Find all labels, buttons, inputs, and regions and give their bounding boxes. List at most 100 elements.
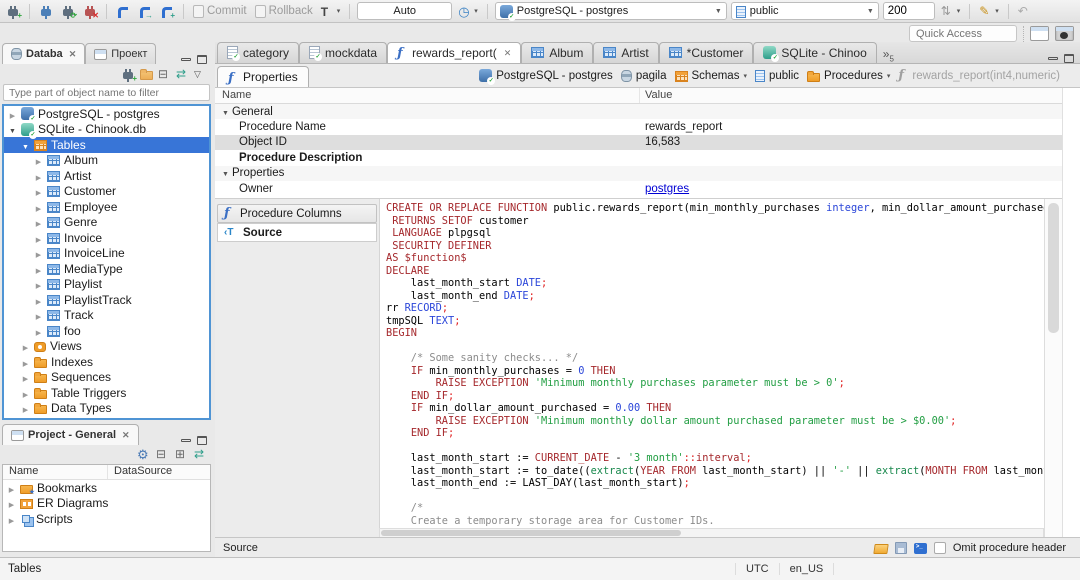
column-header-name[interactable]: Name	[215, 88, 640, 103]
collapsed-arrow-icon[interactable]	[21, 370, 30, 384]
collapsed-arrow-icon[interactable]	[21, 355, 30, 369]
collapsed-arrow-icon[interactable]	[21, 401, 30, 415]
column-header-value[interactable]: Value	[640, 88, 672, 103]
chevron-down-icon[interactable]: ▾	[743, 72, 747, 80]
project-item-bookmarks[interactable]: Bookmarks	[3, 480, 210, 496]
collapse-arrow-icon[interactable]: ▼	[222, 110, 229, 117]
expanded-arrow-icon[interactable]	[8, 122, 17, 136]
tree-item-playlisttrack[interactable]: PlaylistTrack	[4, 292, 209, 308]
link-with-editor-icon[interactable]	[194, 448, 207, 461]
column-header-datasource[interactable]: DataSource	[108, 465, 172, 479]
property-row-owner[interactable]: Owner postgres	[215, 181, 1062, 196]
tree-item-data-types[interactable]: Data Types	[4, 401, 209, 417]
collapsed-arrow-icon[interactable]	[8, 107, 17, 121]
new-connection-button[interactable]: +	[4, 2, 22, 21]
breadcrumb-item-public[interactable]: public	[754, 69, 799, 82]
property-row-general[interactable]: ▼ General	[215, 104, 1062, 120]
timezone-indicator[interactable]: UTC	[735, 563, 780, 575]
tree-item-views[interactable]: Views	[4, 339, 209, 355]
collapsed-arrow-icon[interactable]	[34, 308, 43, 322]
maximize-icon[interactable]	[197, 436, 207, 445]
tab-project-navigator[interactable]: Проект	[85, 43, 157, 64]
collapsed-arrow-icon[interactable]	[21, 386, 30, 400]
collapsed-arrow-icon[interactable]	[21, 339, 30, 353]
object-filter-input[interactable]	[3, 84, 210, 101]
tree-item-invoiceline[interactable]: InvoiceLine	[4, 246, 209, 262]
new-sql-editor-button[interactable]: +	[158, 2, 176, 21]
property-row-properties[interactable]: ▼ Properties	[215, 165, 1062, 181]
collapse-all-icon[interactable]	[158, 68, 171, 81]
collapsed-arrow-icon[interactable]	[34, 169, 43, 183]
tree-item-table-triggers[interactable]: Table Triggers	[4, 385, 209, 401]
view-menu-icon[interactable]	[194, 68, 207, 81]
breadcrumb-item-procedures[interactable]: Procedures ▾	[807, 70, 890, 82]
collapsed-arrow-icon[interactable]	[7, 481, 16, 495]
vertical-scrollbar[interactable]	[1044, 199, 1062, 538]
editor-tab-sqlite-chinoo[interactable]: SQLite - Chinoo	[753, 42, 877, 63]
editor-tab-artist[interactable]: Artist	[593, 42, 659, 63]
editor-tab-mockdata[interactable]: mockdata	[299, 42, 388, 63]
tab-database-navigator[interactable]: Databa ✕	[2, 43, 86, 64]
open-perspective-button[interactable]	[1030, 26, 1049, 41]
property-row-procedure-name[interactable]: Procedure Name rewards_report	[215, 119, 1062, 134]
tree-item-sequences[interactable]: Sequences	[4, 370, 209, 386]
tree-item-invoice[interactable]: Invoice	[4, 230, 209, 246]
tree-item-genre[interactable]: Genre	[4, 215, 209, 231]
collapsed-arrow-icon[interactable]	[34, 184, 43, 198]
close-icon[interactable]: ✕	[122, 430, 130, 441]
save-to-file-icon[interactable]	[894, 541, 907, 554]
column-header-name[interactable]: Name	[3, 465, 108, 479]
breadcrumb-item-pagila[interactable]: pagila	[620, 69, 667, 82]
omit-procedure-header-checkbox[interactable]	[933, 541, 946, 554]
collapsed-arrow-icon[interactable]	[34, 277, 43, 291]
schema-select[interactable]: public ▼	[730, 2, 879, 20]
tree-item-sqlite-chinook-db[interactable]: SQLite - Chinook.db	[4, 122, 209, 139]
invalidate-connection-button[interactable]: ⟳	[59, 2, 77, 21]
minimize-icon[interactable]	[181, 58, 191, 61]
tree-item-postgresql-postgres[interactable]: PostgreSQL - postgres	[4, 106, 209, 124]
collapsed-arrow-icon[interactable]	[34, 215, 43, 229]
tree-item-album[interactable]: Album	[4, 153, 209, 169]
section-button-procedure-columns[interactable]: Procedure Columns	[217, 204, 377, 223]
tree-item-tables[interactable]: Tables	[4, 137, 209, 153]
scrollbar-thumb[interactable]	[1048, 203, 1059, 333]
link-with-editor-icon[interactable]	[176, 68, 189, 81]
collapsed-arrow-icon[interactable]	[34, 153, 43, 167]
edit-button[interactable]: ▾	[977, 2, 1001, 21]
query-history-button[interactable]: ▾	[456, 2, 480, 21]
txn-mode-select[interactable]: Auto	[357, 2, 453, 20]
tab-properties[interactable]: Properties	[217, 66, 309, 87]
open-in-sql-console-icon[interactable]	[913, 542, 927, 554]
sql-editor-button[interactable]	[114, 2, 132, 21]
scrollbar-thumb[interactable]	[381, 530, 681, 536]
collapsed-arrow-icon[interactable]	[34, 324, 43, 338]
tree-item-mediatype[interactable]: MediaType	[4, 261, 209, 277]
undo-button[interactable]	[1016, 2, 1033, 21]
connection-select[interactable]: PostgreSQL - postgres▼	[494, 2, 727, 21]
close-icon[interactable]: ✕	[504, 48, 512, 59]
project-item-scripts[interactable]: Scripts	[3, 511, 210, 527]
property-row-object-id[interactable]: Object ID 16,583	[215, 134, 1062, 151]
project-tree[interactable]: Name DataSource BookmarksER DiagramsScri…	[2, 464, 211, 552]
owner-link[interactable]: postgres	[645, 183, 689, 195]
tree-item-artist[interactable]: Artist	[4, 168, 209, 184]
chevron-down-icon[interactable]: ▾	[887, 72, 891, 80]
new-folder-icon[interactable]	[140, 69, 153, 80]
new-connection-icon[interactable]: +	[123, 69, 137, 83]
collapsed-arrow-icon[interactable]	[7, 496, 16, 510]
connect-button[interactable]	[37, 2, 55, 21]
fetch-size-input[interactable]	[882, 2, 935, 20]
editor-tab-customer[interactable]: *Customer	[658, 42, 754, 63]
commit-button[interactable]: Commit	[191, 2, 249, 21]
collapsed-arrow-icon[interactable]	[34, 246, 43, 260]
editor-tab-album[interactable]: Album	[521, 42, 594, 63]
dbeaver-perspective-button[interactable]	[1055, 26, 1074, 41]
tree-item-indexes[interactable]: Indexes	[4, 354, 209, 370]
collapsed-arrow-icon[interactable]	[7, 512, 16, 526]
property-value[interactable]: postgres	[640, 183, 689, 195]
sort-button[interactable]: ▾	[939, 2, 963, 21]
minimize-icon[interactable]	[181, 439, 191, 442]
tree-item-foo[interactable]: foo	[4, 323, 209, 339]
expanded-arrow-icon[interactable]	[21, 138, 30, 152]
breadcrumb-item-postgresql-postgres[interactable]: PostgreSQL - postgres	[479, 69, 613, 85]
